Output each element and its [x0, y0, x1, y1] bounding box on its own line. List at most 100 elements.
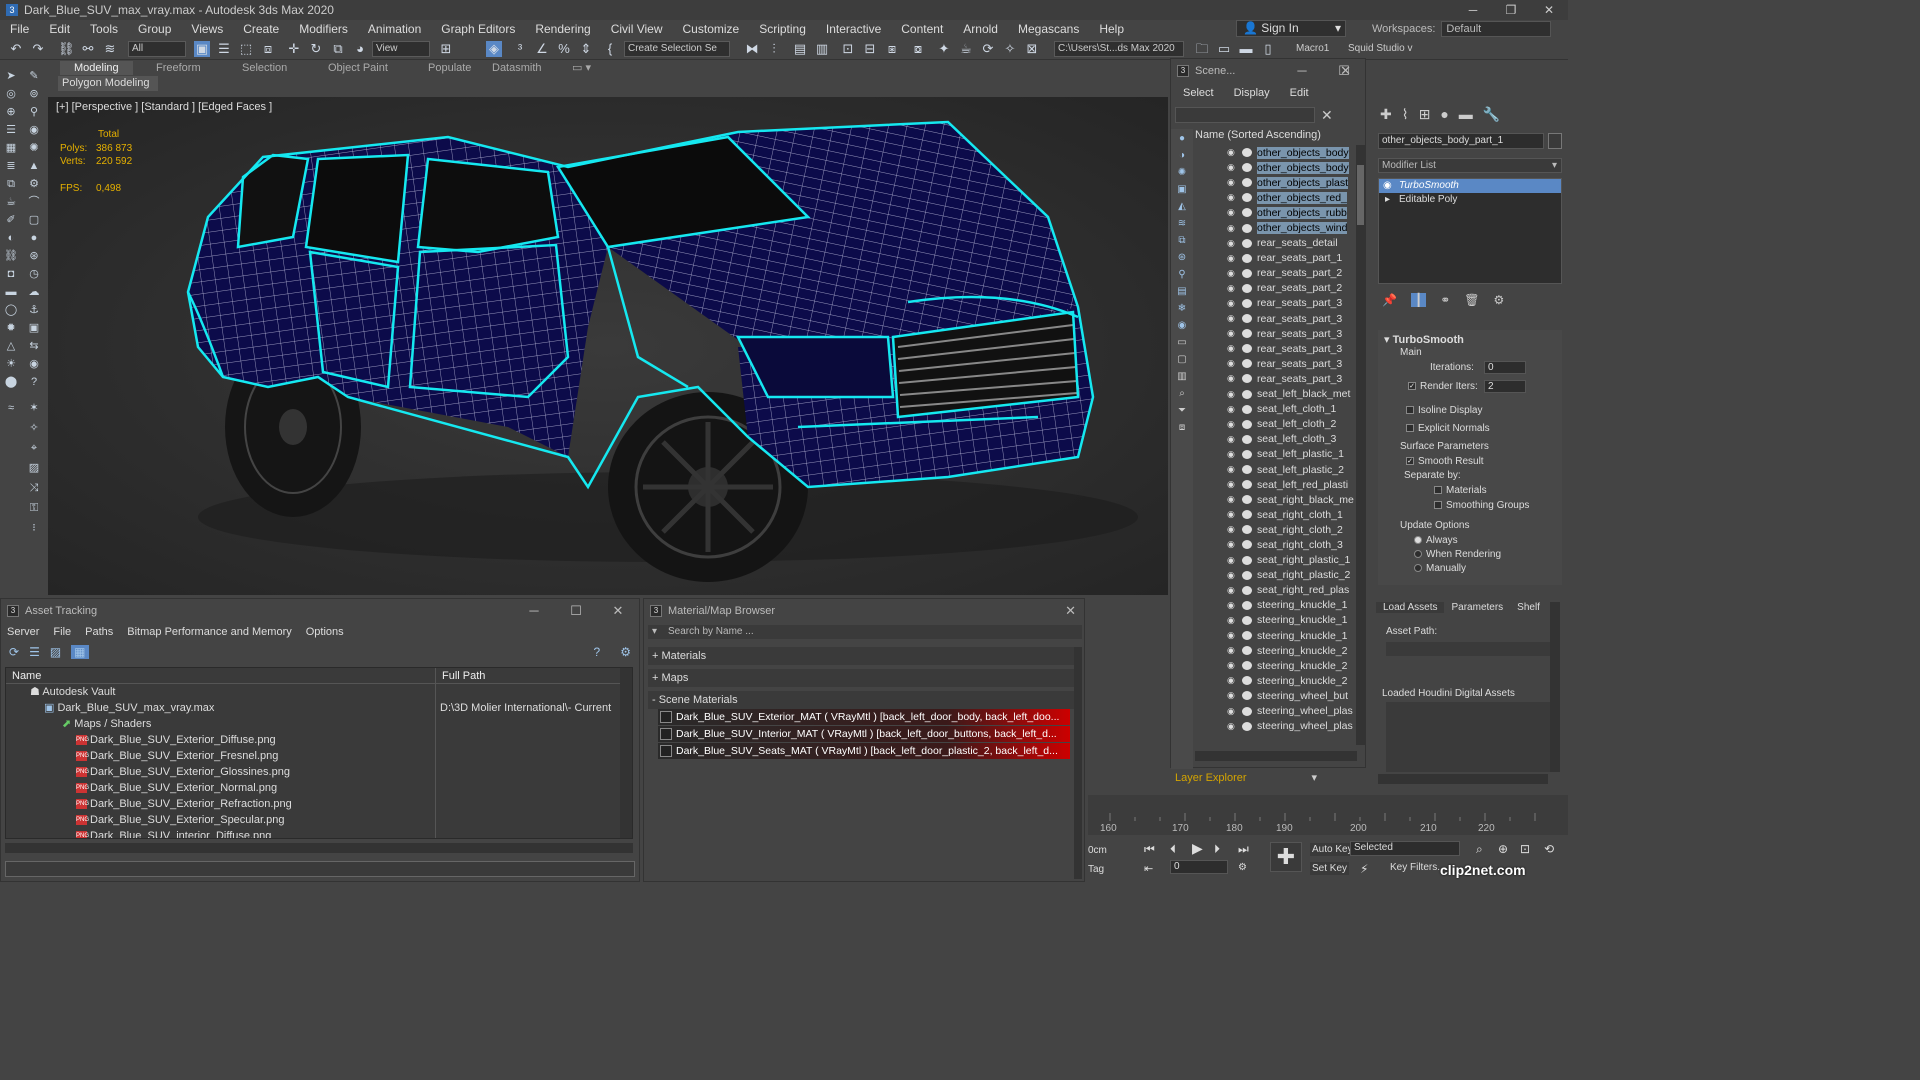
filter-all-icon[interactable]: ▭: [1174, 336, 1190, 350]
torus-icon[interactable]: ◯: [4, 304, 18, 316]
eye-icon[interactable]: ◉: [1227, 207, 1239, 218]
table-row[interactable]: ⬈ Maps / Shaders: [6, 716, 632, 732]
list-item[interactable]: ◉ rear_seats_part_3: [1227, 311, 1357, 326]
render-toggle-icon[interactable]: [1242, 253, 1252, 263]
render-toggle-icon[interactable]: [1242, 163, 1252, 173]
eye-icon[interactable]: ◉: [1227, 192, 1239, 203]
cone-icon[interactable]: ▲: [27, 160, 41, 172]
render-toggle-icon[interactable]: [1242, 510, 1252, 520]
tag-label[interactable]: Tag: [1088, 864, 1104, 875]
eye-icon[interactable]: ◉: [1227, 283, 1239, 294]
motion-tab-icon[interactable]: ●: [1440, 106, 1448, 123]
render-toggle-icon[interactable]: [1242, 570, 1252, 580]
houdini-vertical-scrollbar[interactable]: [1550, 602, 1560, 772]
list-item[interactable]: ◉ seat_left_plastic_1: [1227, 447, 1357, 462]
render-toggle-icon[interactable]: [1242, 480, 1252, 490]
render-toggle-icon[interactable]: [1242, 374, 1252, 384]
angle-snap-icon[interactable]: ∠: [534, 41, 550, 57]
display-tab-icon[interactable]: ▬: [1459, 106, 1473, 123]
asset-vertical-scrollbar[interactable]: [620, 668, 632, 838]
selection-filter-dropdown[interactable]: All: [128, 41, 186, 57]
list-item[interactable]: ◉ rear_seats_detail: [1227, 236, 1357, 251]
crosshair-icon[interactable]: ⌖: [27, 442, 41, 454]
scene-menu-select[interactable]: Select: [1183, 87, 1214, 99]
list-item[interactable]: ◉ other_objects_body: [1227, 160, 1357, 175]
filter-frozen-icon[interactable]: ❄: [1174, 302, 1190, 316]
menu-edit[interactable]: Edit: [39, 20, 80, 38]
modifier-editable-poly[interactable]: ▸ Editable Poly: [1379, 193, 1561, 207]
sign-in-dropdown[interactable]: 👤 Sign In ▾: [1236, 20, 1346, 37]
pin-stack-icon[interactable]: 📌: [1382, 293, 1397, 307]
target-icon[interactable]: ◉: [27, 124, 41, 136]
hierarchy-tab-icon[interactable]: ⊞: [1419, 106, 1431, 123]
gear-icon[interactable]: ⚙: [27, 178, 41, 190]
palette-icon[interactable]: ◐: [4, 232, 18, 244]
smoothing-groups-checkbox[interactable]: [1434, 501, 1442, 510]
scene-vertical-scrollbar[interactable]: [1356, 145, 1365, 745]
stack-icon[interactable]: ≣: [4, 160, 18, 172]
list-item[interactable]: ◉ steering_wheel_plas: [1227, 703, 1357, 718]
named-selection-dropdown[interactable]: Create Selection Se: [624, 41, 730, 57]
list-item[interactable]: ◉ seat_left_cloth_3: [1227, 432, 1357, 447]
table-row[interactable]: ▣ Dark_Blue_SUV_max_vray.max D:\3D Molier…: [6, 700, 632, 716]
eye-icon[interactable]: ◉: [1227, 600, 1239, 611]
link-icon[interactable]: ⛓: [58, 41, 75, 57]
iterations-spinner[interactable]: 0: [1484, 361, 1526, 374]
list-item[interactable]: ◉ steering_knuckle_1: [1227, 613, 1357, 628]
eye-icon[interactable]: ◉: [1227, 585, 1239, 596]
render-toggle-icon[interactable]: [1242, 268, 1252, 278]
filter-groups-icon[interactable]: ⧉: [1174, 234, 1190, 248]
render-toggle-icon[interactable]: [1242, 600, 1252, 610]
table-row[interactable]: PNGDark_Blue_SUV_Exterior_Refraction.png: [6, 796, 632, 812]
show-end-result-icon[interactable]: ┃: [1410, 293, 1427, 307]
group-scene-materials[interactable]: - Scene Materials: [648, 691, 1076, 709]
scene-search-input[interactable]: [1175, 107, 1315, 123]
go-to-start-icon[interactable]: ⏮: [1144, 842, 1155, 857]
asset-menu-options[interactable]: Options: [306, 626, 344, 638]
move-icon[interactable]: ✛: [286, 41, 302, 57]
list-item[interactable]: ◉ seat_right_cloth_3: [1227, 537, 1357, 552]
list-item[interactable]: ◉ other_objects_wind: [1227, 220, 1357, 235]
coord-field[interactable]: 0cm: [1088, 845, 1107, 856]
box-icon[interactable]: ▢: [27, 214, 41, 226]
play-icon[interactable]: ▶: [1192, 840, 1203, 857]
layers-toggle-icon[interactable]: ⧈: [1174, 421, 1190, 435]
funnel-icon[interactable]: ⏷: [1174, 404, 1190, 418]
object-name-field[interactable]: other_objects_body_part_1: [1378, 133, 1544, 149]
eye-icon[interactable]: ◉: [1227, 690, 1239, 701]
open-icon[interactable]: ▭: [1216, 41, 1232, 57]
menu-civil-view[interactable]: Civil View: [601, 20, 673, 38]
percent-snap-icon[interactable]: %: [556, 41, 572, 57]
workspace-dropdown[interactable]: Default: [1441, 21, 1552, 37]
list-item[interactable]: ◉ seat_left_black_met: [1227, 387, 1357, 402]
scene-menu-display[interactable]: Display: [1234, 87, 1270, 99]
render-toggle-icon[interactable]: [1242, 223, 1252, 233]
eye-icon[interactable]: ◉: [1227, 177, 1239, 188]
render-toggle-icon[interactable]: [1242, 178, 1252, 188]
table-row[interactable]: PNGDark_Blue_SUV_Exterior_Specular.png: [6, 812, 632, 828]
disc-icon[interactable]: ⬤: [4, 376, 18, 388]
render-toggle-icon[interactable]: [1242, 404, 1252, 414]
make-unique-icon[interactable]: ⚭: [1440, 293, 1450, 307]
viewport-label[interactable]: [+] [Perspective ] [Standard ] [Edged Fa…: [56, 101, 272, 113]
list-item[interactable]: ◉ rear_seats_part_3: [1227, 296, 1357, 311]
list-item[interactable]: ◉ other_objects_red_: [1227, 190, 1357, 205]
column-name[interactable]: Name: [6, 668, 436, 683]
configure-sets-icon[interactable]: ⚙: [1493, 293, 1504, 307]
modify-tab-icon[interactable]: ⌇: [1402, 106, 1409, 123]
tube-icon[interactable]: ▬: [4, 286, 18, 298]
scale-icon[interactable]: ⧉: [330, 41, 346, 57]
menu-arnold[interactable]: Arnold: [953, 20, 1008, 38]
render-toggle-icon[interactable]: [1242, 298, 1252, 308]
tab-shelf[interactable]: Shelf: [1510, 602, 1547, 613]
brush-icon[interactable]: ✐: [4, 214, 18, 226]
set-key-button[interactable]: Set Key: [1310, 862, 1350, 875]
eye-icon[interactable]: ◉: [1227, 494, 1239, 505]
group-materials[interactable]: + Materials: [648, 647, 1076, 665]
find-icon[interactable]: ⌕: [1174, 387, 1190, 401]
isoline-checkbox[interactable]: [1406, 406, 1414, 415]
curve-editor-icon[interactable]: ⊡: [840, 41, 856, 57]
eye-icon[interactable]: ◉: [1227, 645, 1239, 656]
menu-create[interactable]: Create: [233, 20, 289, 38]
menu-graph-editors[interactable]: Graph Editors: [431, 20, 525, 38]
